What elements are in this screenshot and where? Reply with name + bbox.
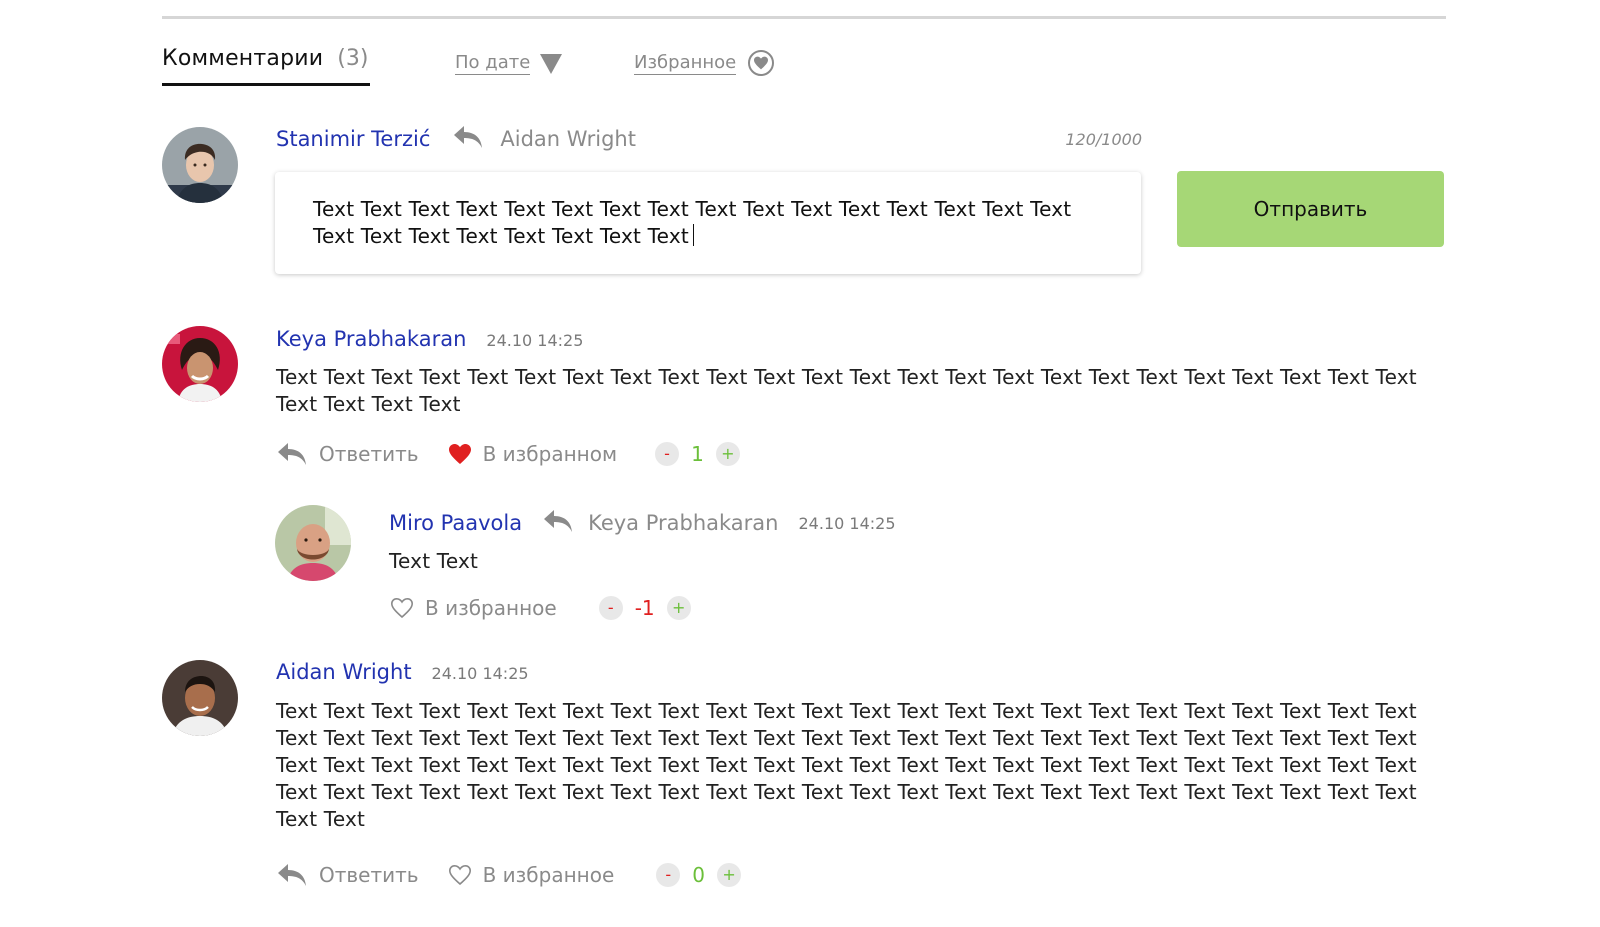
tab-comments[interactable]: Комментарии (3)	[162, 46, 371, 86]
vote-down-button[interactable]: -	[598, 596, 623, 620]
vote-control: - 0 +	[656, 863, 742, 887]
heart-outline-icon	[447, 864, 473, 886]
reply-button[interactable]: Ответить	[275, 862, 419, 888]
reply-button[interactable]: Ответить	[275, 441, 419, 467]
favorite-label: В избранное	[425, 596, 557, 620]
vote-up-button[interactable]: +	[666, 596, 691, 620]
vote-count: 1	[691, 442, 704, 466]
vote-count: -1	[634, 596, 655, 620]
top-divider	[162, 16, 1446, 19]
comment-header: Aidan Wright 24.10 14:25	[276, 660, 529, 684]
reply-label: Ответить	[319, 442, 419, 466]
reply-icon	[542, 508, 574, 538]
avatar	[162, 660, 238, 736]
comment-time: 24.10 14:25	[798, 513, 896, 533]
comment-time: 24.10 14:25	[486, 331, 584, 350]
favorite-button[interactable]: В избранное	[389, 596, 557, 620]
vote-up-button[interactable]: +	[715, 442, 740, 466]
comment-text: Text Text Text Text Text Text Text Text …	[276, 699, 1417, 831]
vote-control: - -1 +	[598, 596, 691, 620]
comment-author[interactable]: Aidan Wright	[276, 660, 412, 684]
vote-control: - 1 +	[655, 442, 740, 466]
vote-count: 0	[692, 863, 706, 887]
tab-favorites[interactable]: Избранное	[634, 50, 775, 76]
sort-by-date-dropdown[interactable]: По дате	[455, 52, 563, 75]
comment-reply-to[interactable]: Keya Prabhakaran	[588, 511, 778, 535]
comment-time: 24.10 14:25	[431, 664, 529, 683]
vote-down-button[interactable]: -	[656, 863, 681, 887]
avatar	[275, 505, 351, 581]
heart-filled-icon	[447, 443, 473, 465]
triangle-down-icon	[540, 53, 563, 74]
comments-tabs: Комментарии (3) По дате Избранное	[162, 46, 1446, 86]
comment-input[interactable]: Text Text Text Text Text Text Text Text …	[275, 172, 1141, 274]
character-counter: 120/1000	[1065, 130, 1142, 149]
vote-down-button[interactable]: -	[655, 442, 680, 466]
comment-actions: В избранное - -1 +	[389, 593, 691, 623]
avatar	[162, 127, 238, 203]
composer-author[interactable]: Stanimir Terzić	[276, 127, 430, 151]
reply-icon	[452, 124, 484, 154]
avatar	[162, 326, 238, 402]
favorite-button[interactable]: В избранное	[447, 863, 615, 887]
favorites-label: Избранное	[634, 51, 737, 75]
comment-author[interactable]: Miro Paavola	[389, 511, 522, 535]
composer-header: Stanimir Terzić Aidan Wright 120/1000	[276, 124, 1142, 154]
composer-reply-to[interactable]: Aidan Wright	[500, 127, 636, 151]
comment-author[interactable]: Keya Prabhakaran	[276, 327, 466, 351]
favorite-label: В избранном	[482, 442, 618, 466]
favorite-button[interactable]: В избранном	[447, 442, 617, 466]
comments-count: (3)	[337, 46, 369, 71]
comment-text: Text Text Text Text Text Text Text Text …	[276, 365, 1417, 416]
comment-header: Miro Paavola Keya Prabhakaran 24.10 14:2…	[389, 508, 896, 538]
comment-actions: Ответить В избранном - 1 +	[275, 439, 740, 469]
reply-label: Ответить	[319, 863, 419, 887]
comment-text: Text Text	[389, 549, 479, 573]
favorite-label: В избранное	[482, 863, 615, 887]
reply-icon	[275, 862, 309, 888]
reply-icon	[275, 441, 309, 467]
heart-circle-icon	[748, 50, 775, 76]
send-button[interactable]: Отправить	[1177, 171, 1444, 247]
comment-actions: Ответить В избранное - 0 +	[275, 860, 742, 890]
text-caret	[692, 224, 695, 246]
vote-up-button[interactable]: +	[717, 863, 742, 887]
tab-comments-label: Комментарии	[162, 46, 324, 71]
heart-outline-icon	[389, 597, 415, 619]
comment-header: Keya Prabhakaran 24.10 14:25	[276, 327, 583, 351]
sort-label: По дате	[455, 52, 531, 75]
